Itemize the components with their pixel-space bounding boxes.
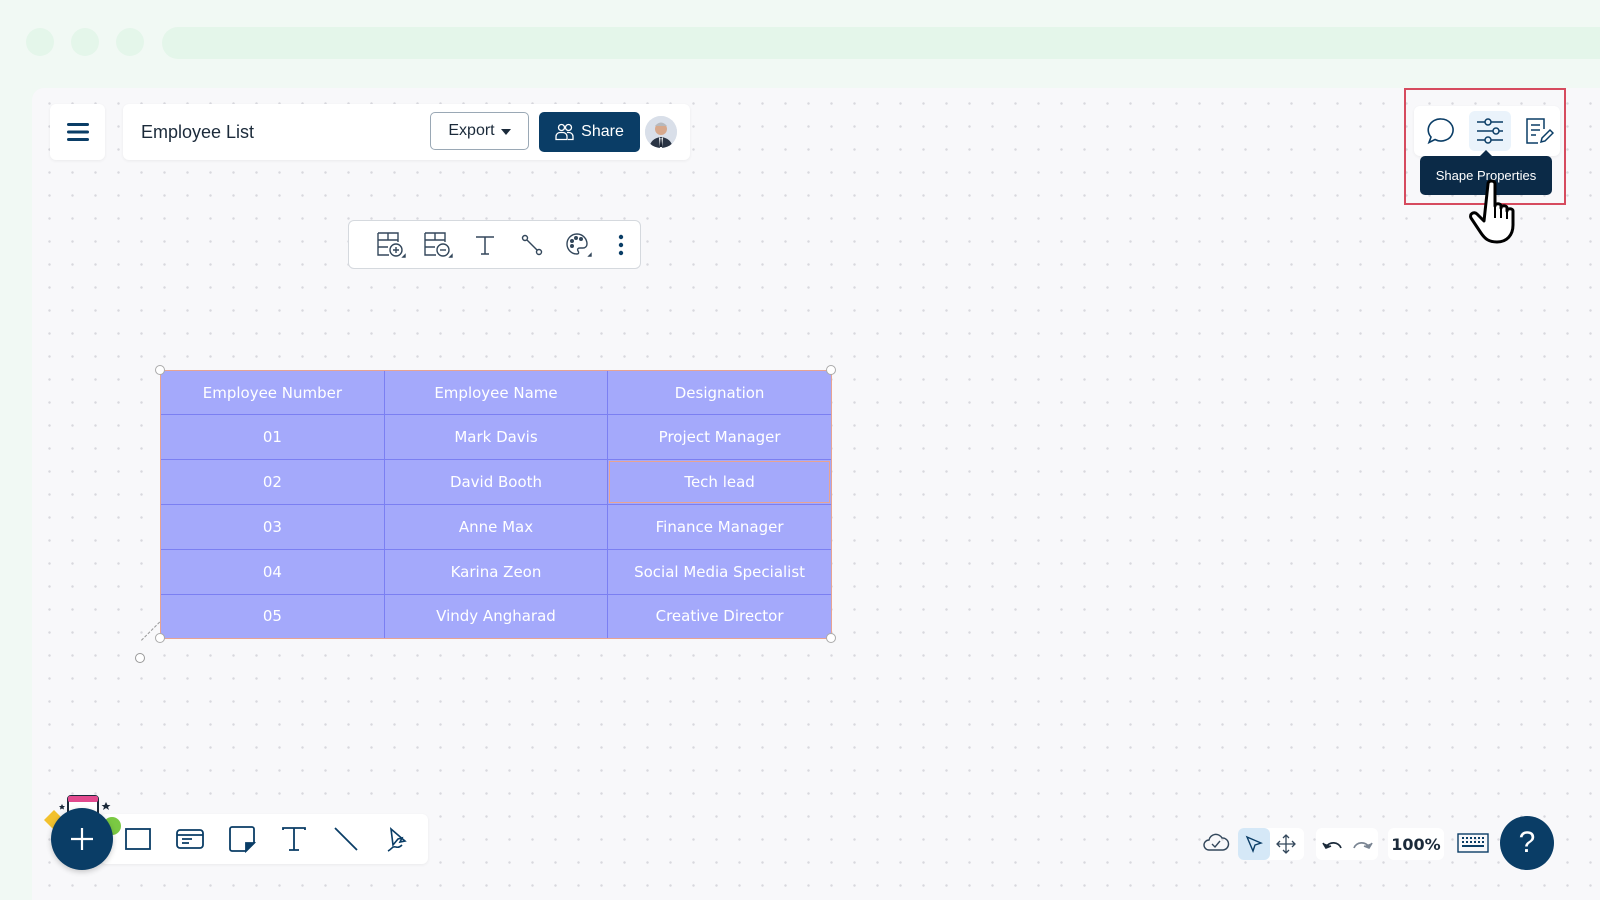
table-cell[interactable]: 05 <box>161 593 385 638</box>
shape-context-toolbar <box>348 220 641 269</box>
remove-row-column-button[interactable] <box>414 225 461 265</box>
undo-icon <box>1321 842 1342 850</box>
table-cell[interactable]: Creative Director <box>607 593 831 638</box>
table-cell[interactable]: Social Media Specialist <box>607 548 831 595</box>
export-button[interactable]: Export <box>430 112 529 150</box>
history-group <box>1316 828 1378 860</box>
table-row: 02 David Booth Tech lead <box>161 459 831 505</box>
redo-icon <box>1352 842 1373 850</box>
table-remove-icon <box>423 231 453 258</box>
window-dot-close <box>26 28 54 56</box>
table-cell[interactable]: Finance Manager <box>607 503 831 550</box>
table-row: 04 Karina Zeon Social Media Specialist <box>161 548 831 595</box>
zoom-level-control[interactable]: 100% <box>1388 828 1444 860</box>
pointer-mode-group <box>1238 828 1304 860</box>
card-icon <box>176 829 204 849</box>
table-cell[interactable]: Vindy Angharad <box>383 593 609 638</box>
text-icon <box>475 235 494 255</box>
hand-pointer-cursor-icon <box>1466 178 1520 253</box>
table-cell[interactable]: Anne Max <box>383 503 609 550</box>
more-options-button[interactable] <box>602 225 640 265</box>
connector-icon <box>521 234 542 255</box>
pen-icon <box>387 827 407 852</box>
text-button[interactable] <box>461 225 508 265</box>
keyboard-icon <box>1457 833 1489 853</box>
pan-tool-button[interactable] <box>1270 828 1302 860</box>
table-header-cell[interactable]: Employee Name <box>383 371 609 416</box>
cursor-arrow-icon <box>1245 835 1263 853</box>
table-cell[interactable]: 03 <box>161 503 385 550</box>
connector-button[interactable] <box>508 225 555 265</box>
text-icon <box>282 827 306 851</box>
resize-handle-bottom-right[interactable] <box>826 633 836 643</box>
plus-icon <box>71 828 93 850</box>
line-tool[interactable] <box>320 819 372 859</box>
card-tool[interactable] <box>164 819 216 859</box>
table-cell[interactable]: Karina Zeon <box>383 548 609 595</box>
sticky-note-icon <box>229 826 256 853</box>
employee-table[interactable]: Employee Number Employee Name Designation 0… <box>160 370 832 639</box>
add-row-column-button[interactable] <box>367 225 414 265</box>
select-tool-button[interactable] <box>1238 828 1270 860</box>
table-cell[interactable]: 04 <box>161 548 385 595</box>
table-header-cell[interactable]: Employee Number <box>161 371 385 416</box>
keyboard-shortcuts-button[interactable] <box>1457 832 1489 859</box>
table-cell[interactable]: Project Manager <box>607 414 831 461</box>
menu-button[interactable] <box>50 104 105 160</box>
share-button[interactable]: Share <box>539 112 640 152</box>
rotation-handle[interactable] <box>135 653 145 663</box>
question-mark-icon: ? <box>1518 826 1536 859</box>
address-bar <box>162 27 1600 59</box>
table-row: 05 Vindy Angharad Creative Director <box>161 593 831 638</box>
window-dot-maximize <box>116 28 144 56</box>
document-title[interactable]: Employee List <box>141 122 254 143</box>
palette-icon <box>566 232 592 257</box>
more-vertical-icon <box>618 234 624 255</box>
share-label: Share <box>581 123 624 140</box>
hamburger-icon <box>66 123 89 141</box>
sticky-note-tool[interactable] <box>216 819 268 859</box>
users-icon <box>555 123 574 141</box>
resize-handle-top-right[interactable] <box>826 365 836 375</box>
table-add-icon <box>376 231 406 258</box>
pen-tool[interactable] <box>372 819 424 859</box>
undo-button[interactable] <box>1316 828 1347 860</box>
move-arrows-icon <box>1276 834 1296 854</box>
export-label: Export <box>448 122 495 139</box>
table-cell[interactable]: Tech lead <box>607 459 831 505</box>
table-cell[interactable]: Mark Davis <box>383 414 609 461</box>
redo-button[interactable] <box>1347 828 1378 860</box>
help-button[interactable]: ? <box>1500 816 1554 870</box>
add-shape-button[interactable] <box>51 808 113 870</box>
avatar[interactable] <box>645 116 677 148</box>
resize-handle-bottom-left[interactable] <box>155 633 165 643</box>
zoom-level-value: 100% <box>1391 834 1441 854</box>
text-tool[interactable] <box>268 819 320 859</box>
cloud-check-icon <box>1203 833 1230 851</box>
table-header-row: Employee Number Employee Name Designation <box>161 371 831 416</box>
line-icon <box>334 827 358 851</box>
title-bar: Employee List Export Share <box>123 104 690 160</box>
resize-handle-top-left[interactable] <box>155 365 165 375</box>
window-dot-minimize <box>71 28 99 56</box>
table-row: 01 Mark Davis Project Manager <box>161 414 831 461</box>
color-palette-button[interactable] <box>555 225 602 265</box>
cloud-saved-status[interactable] <box>1202 830 1230 857</box>
shape-toolbar <box>100 814 428 864</box>
table-row: 03 Anne Max Finance Manager <box>161 503 831 550</box>
caret-down-icon <box>500 129 511 135</box>
table-header-cell[interactable]: Designation <box>607 371 831 416</box>
table-cell[interactable]: David Booth <box>383 459 609 505</box>
table-cell[interactable]: 01 <box>161 414 385 461</box>
table-cell[interactable]: 02 <box>161 459 385 505</box>
rectangle-icon <box>125 828 151 850</box>
